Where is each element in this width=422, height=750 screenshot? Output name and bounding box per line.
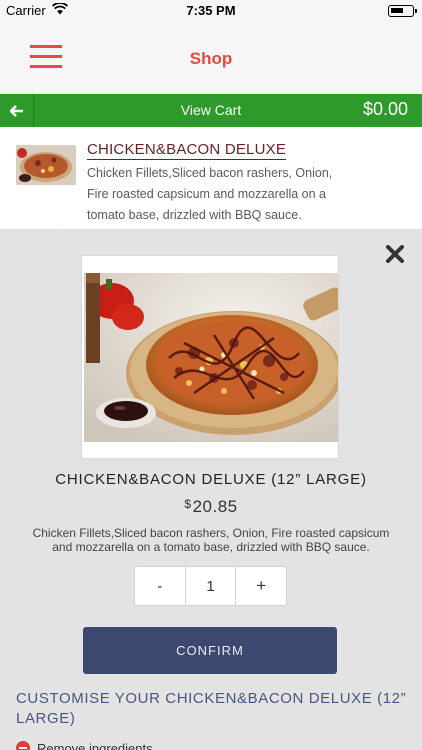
remove-ingredients-row[interactable]: Remove ingredients (16, 741, 153, 750)
product-description: Chicken Fillets,Sliced bacon rashers, On… (87, 166, 333, 222)
quantity-stepper: - 1 + (134, 566, 287, 606)
quantity-value[interactable]: 1 (186, 567, 236, 605)
remove-circle-icon (16, 741, 30, 750)
product-detail-description: Chicken Fillets,Sliced bacon rashers, On… (32, 526, 390, 554)
battery-icon (388, 5, 417, 17)
product-photo-frame (81, 255, 339, 459)
product-list-item[interactable]: CHICKEN&BACON DELUXE Chicken Fillets,Sli… (0, 127, 422, 229)
product-price: $20.85 (0, 497, 422, 517)
customise-heading: CUSTOMISE YOUR CHICKEN&BACON DELUXE (12”… (16, 690, 407, 727)
price-value: 20.85 (192, 497, 238, 516)
product-name-link[interactable]: CHICKEN&BACON DELUXE (87, 141, 287, 160)
page-title: Shop (189, 49, 233, 68)
sheet-pointer (50, 220, 74, 230)
remove-ingredients-label[interactable]: Remove ingredients (37, 741, 153, 750)
status-bar: Carrier 7:35 PM (0, 0, 422, 22)
view-cart-bar[interactable]: View Cart $0.00 (0, 94, 422, 127)
hamburger-menu-icon[interactable] (30, 45, 62, 69)
view-cart-label[interactable]: View Cart (0, 102, 422, 118)
increase-quantity-button[interactable]: + (235, 567, 286, 605)
pizza-thumbnail (16, 145, 76, 185)
confirm-button[interactable]: CONFIRM (83, 627, 337, 674)
currency-symbol: $ (184, 497, 192, 511)
pizza-photo (84, 273, 338, 442)
cart-total: $0.00 (362, 99, 408, 119)
product-detail-title: CHICKEN&BACON DELUXE (12” LARGE) (55, 471, 367, 488)
decrease-quantity-button[interactable]: - (135, 567, 186, 605)
clock: 7:35 PM (186, 3, 236, 18)
nav-bar: Shop (0, 22, 422, 94)
close-x-icon[interactable] (383, 242, 407, 266)
